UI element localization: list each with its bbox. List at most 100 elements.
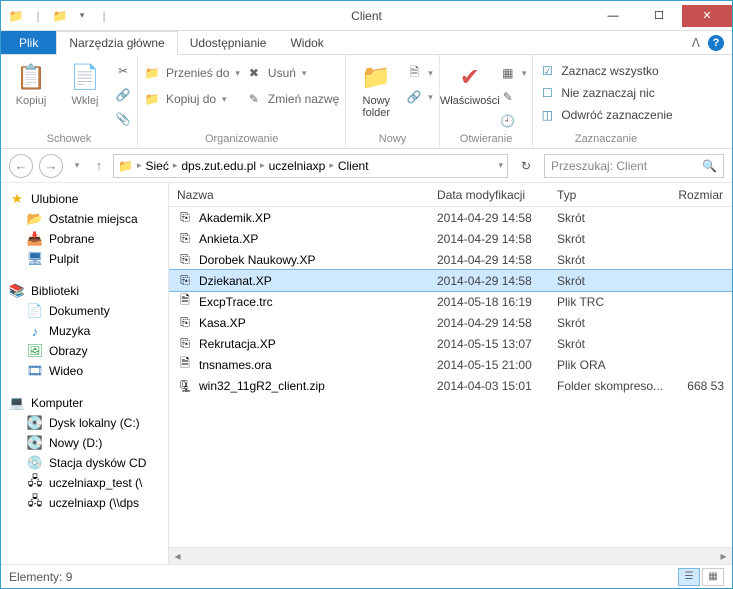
tab-file[interactable]: Plik: [1, 31, 56, 54]
paste-shortcut-button[interactable]: 📎: [115, 111, 131, 127]
delete-button[interactable]: ✖Usuń ▾: [246, 65, 339, 81]
minimize-button[interactable]: —: [590, 5, 636, 27]
quick-access-toolbar: 📁 | 📁 ▾ |: [1, 7, 113, 25]
file-type: Skrót: [549, 232, 669, 246]
sidebar-item[interactable]: 📂Ostatnie miejsca: [9, 209, 168, 229]
table-row[interactable]: 🗎ExcpTrace.trc2014-05-18 16:19Plik TRC: [169, 291, 732, 312]
scroll-right-icon[interactable]: ▸: [715, 548, 732, 565]
group-label: Schowek: [7, 131, 131, 148]
close-button[interactable]: ✕: [682, 5, 732, 27]
sidebar-item[interactable]: 📥Pobrane: [9, 229, 168, 249]
sidebar-item[interactable]: 🎞Wideo: [9, 361, 168, 381]
easy-access-button[interactable]: 🔗▾: [406, 89, 433, 105]
cut-button[interactable]: ✂: [115, 63, 131, 79]
file-date: 2014-04-29 14:58: [429, 253, 549, 267]
file-icon: 🗎: [177, 357, 193, 373]
back-button[interactable]: ←: [9, 154, 33, 178]
sidebar-item[interactable]: 💽Nowy (D:): [9, 433, 168, 453]
history-button[interactable]: 🕘: [500, 113, 527, 129]
breadcrumb-item[interactable]: Client: [338, 159, 369, 173]
file-date: 2014-04-29 14:58: [429, 316, 549, 330]
file-rows: ⎘Akademik.XP2014-04-29 14:58Skrót⎘Ankiet…: [169, 207, 732, 547]
sidebar-favorites[interactable]: ★Ulubione: [9, 189, 168, 209]
recent-dropdown[interactable]: ▾: [69, 154, 85, 178]
ribbon-tabs: Plik Narzędzia główne Udostępnianie Wido…: [1, 31, 732, 55]
sidebar-item[interactable]: 💽Dysk lokalny (C:): [9, 413, 168, 433]
address-dropdown-icon[interactable]: ▾: [498, 160, 503, 171]
new-item-button[interactable]: 🗎▾: [406, 65, 433, 81]
maximize-button[interactable]: ☐: [636, 5, 682, 27]
scroll-left-icon[interactable]: ◂: [169, 548, 186, 565]
col-size[interactable]: Rozmiar: [669, 188, 732, 202]
tab-home[interactable]: Narzędzia główne: [56, 31, 177, 55]
address-bar[interactable]: 📁 ▸Sieć ▸dps.zut.edu.pl ▸uczelniaxp ▸Cli…: [113, 154, 508, 178]
file-name: Rekrutacja.XP: [199, 337, 276, 351]
sidebar-computer[interactable]: 💻Komputer: [9, 393, 168, 413]
moveto-button[interactable]: 📁Przenieś do ▾: [144, 65, 240, 81]
file-type: Folder skompreso...: [549, 379, 669, 393]
group-label: Organizowanie: [144, 131, 339, 148]
collapse-ribbon-icon[interactable]: ᐱ: [692, 36, 700, 50]
table-row[interactable]: ⎘Akademik.XP2014-04-29 14:58Skrót: [169, 207, 732, 228]
search-box[interactable]: Przeszukaj: Client 🔍: [544, 154, 724, 178]
col-date[interactable]: Data modyfikacji: [429, 188, 549, 202]
group-label: Nowy: [352, 131, 433, 148]
breadcrumb-item[interactable]: uczelniaxp: [269, 159, 326, 173]
tab-share[interactable]: Udostępnianie: [178, 31, 279, 54]
forward-button[interactable]: →: [39, 154, 63, 178]
sidebar-item[interactable]: 💿Stacja dysków CD: [9, 453, 168, 473]
ribbon-group-new: 📁Nowy folder 🗎▾ 🔗▾ Nowy: [346, 55, 440, 148]
copyto-button[interactable]: 📁Kopiuj do ▾: [144, 91, 240, 107]
folder-icon: 📁: [118, 159, 133, 173]
file-icon: 🗜: [177, 378, 193, 394]
sidebar-libraries[interactable]: 📚Biblioteki: [9, 281, 168, 301]
table-row[interactable]: ⎘Rekrutacja.XP2014-05-15 13:07Skrót: [169, 333, 732, 354]
column-headers: Nazwa Data modyfikacji Typ Rozmiar: [169, 183, 732, 207]
sidebar-item[interactable]: ♪Muzyka: [9, 321, 168, 341]
edit-button[interactable]: ✎: [500, 89, 527, 105]
refresh-button[interactable]: ↻: [514, 154, 538, 178]
col-type[interactable]: Typ: [549, 188, 669, 202]
select-all-button[interactable]: ☑Zaznacz wszystko: [539, 63, 672, 79]
sidebar-item[interactable]: 📄Dokumenty: [9, 301, 168, 321]
properties-button[interactable]: ✔Właściwości: [446, 59, 494, 109]
table-row[interactable]: ⎘Ankieta.XP2014-04-29 14:58Skrót: [169, 228, 732, 249]
new-folder-button[interactable]: 📁Nowy folder: [352, 59, 400, 121]
file-type: Skrót: [549, 316, 669, 330]
icons-view-button[interactable]: ▦: [702, 568, 724, 586]
horizontal-scrollbar[interactable]: ◂ ▸: [169, 547, 732, 564]
qat-dropdown-icon[interactable]: ▾: [73, 7, 91, 25]
status-text: Elementy: 9: [9, 570, 72, 584]
sidebar-item[interactable]: 🖼Obrazy: [9, 341, 168, 361]
paste-button[interactable]: 📄Wklej: [61, 59, 109, 109]
sidebar-item[interactable]: 🖧uczelniaxp (\\dps: [9, 493, 168, 513]
breadcrumb-item[interactable]: Sieć: [145, 159, 168, 173]
col-name[interactable]: Nazwa: [169, 188, 429, 202]
navigation-pane[interactable]: ★Ulubione 📂Ostatnie miejsca 📥Pobrane 🖥Pu…: [1, 183, 169, 564]
breadcrumb-item[interactable]: dps.zut.edu.pl: [181, 159, 256, 173]
table-row[interactable]: ⎘Kasa.XP2014-04-29 14:58Skrót: [169, 312, 732, 333]
sidebar-item[interactable]: 🖧uczelniaxp_test (\: [9, 473, 168, 493]
table-row[interactable]: ⎘Dorobek Naukowy.XP2014-04-29 14:58Skrót: [169, 249, 732, 270]
file-date: 2014-05-15 13:07: [429, 337, 549, 351]
table-row[interactable]: ⎘Dziekanat.XP2014-04-29 14:58Skrót: [169, 270, 732, 291]
qat-sep-icon: |: [29, 7, 47, 25]
table-row[interactable]: 🗜win32_11gR2_client.zip2014-04-03 15:01F…: [169, 375, 732, 396]
tab-view[interactable]: Widok: [278, 31, 335, 54]
up-button[interactable]: ↑: [91, 154, 107, 178]
select-none-button[interactable]: ☐Nie zaznaczaj nic: [539, 85, 672, 101]
file-name: win32_11gR2_client.zip: [199, 379, 325, 393]
ribbon-group-open: ✔Właściwości ▦▾ ✎ 🕘 Otwieranie: [440, 55, 534, 148]
sidebar-item[interactable]: 🖥Pulpit: [9, 249, 168, 269]
new-folder-icon[interactable]: 📁: [51, 7, 69, 25]
rename-button[interactable]: ✎Zmień nazwę: [246, 91, 339, 107]
copypath-button[interactable]: 🔗: [115, 87, 131, 103]
table-row[interactable]: 🗎tnsnames.ora2014-05-15 21:00Plik ORA: [169, 354, 732, 375]
copy-button[interactable]: 📋Kopiuj: [7, 59, 55, 109]
help-icon[interactable]: ?: [708, 35, 724, 51]
file-name: ExcpTrace.trc: [199, 295, 273, 309]
open-button[interactable]: ▦▾: [500, 65, 527, 81]
qat-sep2-icon: |: [95, 7, 113, 25]
select-invert-button[interactable]: ◫Odwróć zaznaczenie: [539, 107, 672, 123]
details-view-button[interactable]: ☰: [678, 568, 700, 586]
